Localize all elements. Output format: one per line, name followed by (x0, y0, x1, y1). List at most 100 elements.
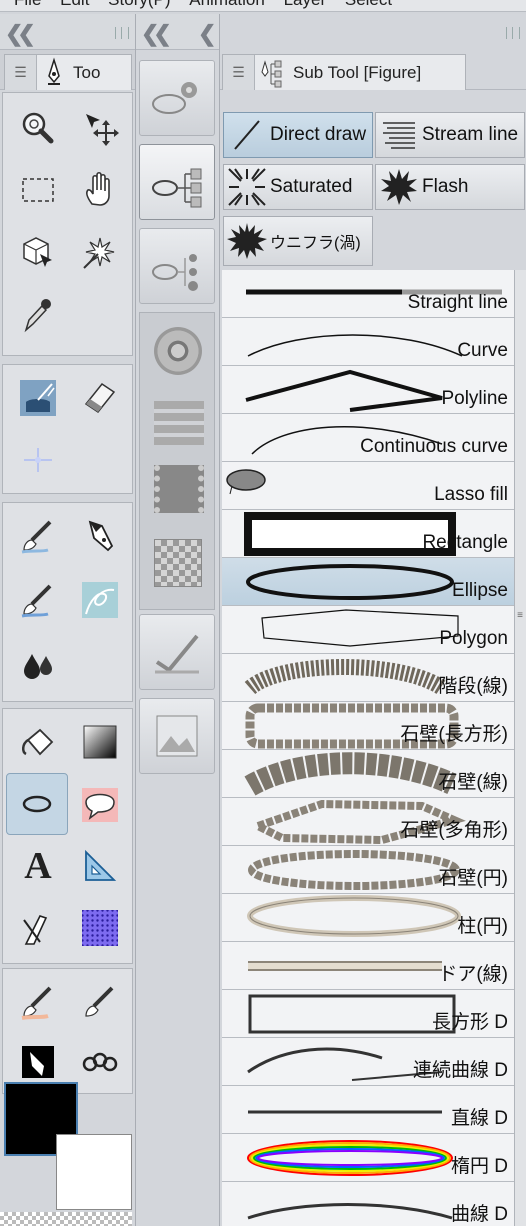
disc-icon[interactable] (154, 327, 202, 375)
list-item-pillar-circle[interactable]: 柱(円) (222, 894, 514, 942)
link-tool[interactable] (71, 1033, 129, 1091)
tab-menu-icon[interactable]: ☰ (5, 55, 37, 90)
brush-icon (21, 520, 52, 554)
list-item-polyline[interactable]: Polyline (222, 366, 514, 414)
operation-tool[interactable] (71, 99, 129, 157)
correction-brush-2-tool[interactable] (71, 973, 129, 1031)
list-item-curve[interactable]: Curve (222, 318, 514, 366)
grip-handle-icon[interactable] (115, 27, 129, 39)
menu-story[interactable]: Story(P) (108, 0, 170, 9)
list-item-continuous-curve[interactable]: Continuous curve (222, 414, 514, 462)
list-item-polygon[interactable]: Polygon (222, 606, 514, 654)
list-item-label: 階段(線) (438, 676, 508, 697)
tab-tool[interactable]: ☰ Too (4, 54, 132, 90)
subtool-direct-draw[interactable]: Direct draw (223, 112, 373, 158)
balloon-tool[interactable] (71, 775, 129, 833)
tab-sub-tool[interactable]: ☰ Sub Tool [Figure] (222, 54, 466, 90)
group-figure-button[interactable] (139, 144, 215, 220)
collapse-double-chevron-icon[interactable]: ❮❮ (5, 21, 36, 47)
list-item-door-line[interactable]: ドア(線) (222, 942, 514, 990)
menu-bar: File Edit Story(P) Animation Layer Selec… (0, 0, 526, 12)
transparent-color-swatch[interactable] (0, 1212, 132, 1226)
blend-tool[interactable] (9, 431, 67, 489)
pen-trace-tool[interactable] (9, 369, 67, 427)
figure-sub-tool-list: Straight line Curve Polyline Continuous … (222, 270, 514, 1226)
list-item-stairs-line[interactable]: 階段(線) (222, 654, 514, 702)
list-item-ellipse-d[interactable]: 楕円 D (222, 1134, 514, 1182)
group-settings-button[interactable] (139, 60, 215, 136)
list-scrollbar[interactable]: ≡ (514, 270, 526, 1226)
correction-brush-tool[interactable] (9, 973, 67, 1031)
film-strip-icon[interactable] (154, 465, 204, 513)
list-item-label: ドア(線) (438, 964, 508, 985)
pen-black-icon (22, 1046, 54, 1078)
list-item-straight-line-d[interactable]: 直線 D (222, 1086, 514, 1134)
brush-tool[interactable] (9, 507, 67, 565)
list-item-label: 直線 D (450, 1108, 508, 1129)
scrollbar-thumb[interactable]: ≡ (516, 610, 524, 636)
list-item-lasso-fill[interactable]: Lasso fill (222, 462, 514, 510)
list-item-curve-d[interactable]: 曲線 D (222, 1182, 514, 1226)
saturated-icon (224, 165, 270, 209)
list-item-stone-wall-polygon[interactable]: 石壁(多角形) (222, 798, 514, 846)
subtool-flash[interactable]: Flash (375, 164, 525, 210)
hand-tool[interactable] (71, 161, 129, 219)
menu-file[interactable]: File (14, 0, 41, 9)
grip-handle-icon[interactable] (506, 27, 520, 39)
subtool-saturated[interactable]: Saturated (223, 164, 373, 210)
pattern-grid-icon[interactable] (154, 539, 202, 587)
zoom-tool[interactable] (9, 99, 67, 157)
ruler-tool[interactable] (71, 837, 129, 895)
eraser-tool[interactable] (71, 369, 129, 427)
decoration-tool[interactable] (71, 571, 129, 629)
lightbox-pen-icon (20, 380, 56, 416)
menu-layer[interactable]: Layer (284, 0, 327, 9)
list-item-label: 石壁(長方形) (400, 724, 508, 745)
list-item-label: 楕円 D (450, 1156, 508, 1177)
tone-tool[interactable] (71, 899, 129, 957)
subtool-label: Direct draw (270, 124, 367, 145)
list-item-stone-wall-line[interactable]: 石壁(線) (222, 750, 514, 798)
subtool-group-column: ❮❮ ❮ (136, 14, 220, 1226)
subtool-label: ウニフラ(渦) (270, 235, 361, 252)
list-item-stone-wall-circle[interactable]: 石壁(円) (222, 846, 514, 894)
pen-nib-tool-icon (88, 520, 114, 552)
figure-tool[interactable] (6, 773, 68, 835)
selection-tool[interactable] (9, 161, 67, 219)
fill-drops-tool[interactable] (9, 635, 67, 693)
letter-a-icon: A (24, 845, 52, 887)
fill-tool[interactable] (9, 713, 67, 771)
list-item-rectangle-d[interactable]: 長方形 D (222, 990, 514, 1038)
menu-select[interactable]: Select (345, 0, 392, 9)
subtool-uniflash[interactable]: ウニフラ(渦) (223, 216, 373, 266)
group-check-button[interactable] (139, 614, 215, 690)
frame-border-tool[interactable] (9, 899, 67, 957)
pen-tool[interactable] (71, 507, 129, 565)
menu-animation[interactable]: Animation (189, 0, 265, 9)
collapse-chevron-icon[interactable]: ❮ (198, 21, 216, 47)
object-tool[interactable] (9, 223, 67, 281)
gradient-tool[interactable] (71, 713, 129, 771)
list-lines-icon[interactable] (154, 401, 204, 445)
tab-menu-icon[interactable]: ☰ (223, 55, 255, 90)
list-item-rectangle[interactable]: Rectangle (222, 510, 514, 558)
collapse-double-chevron-icon[interactable]: ❮❮ (141, 21, 172, 47)
list-item-stone-wall-rect[interactable]: 石壁(長方形) (222, 702, 514, 750)
blend-sparkle-icon (24, 448, 52, 472)
list-item-ellipse[interactable]: Ellipse (222, 558, 514, 606)
text-tool[interactable]: A (9, 837, 67, 895)
airbrush-tool[interactable] (9, 571, 67, 629)
subtool-stream-line[interactable]: Stream line (375, 112, 525, 158)
list-item-straight-line[interactable]: Straight line (222, 270, 514, 318)
eyedropper-tool[interactable] (9, 285, 67, 343)
list-item-continuous-curve-d[interactable]: 連続曲線 D (222, 1038, 514, 1086)
app-window: { "menu": ["File","Edit","Story(P)","Ani… (0, 0, 526, 1226)
sub-color-swatch[interactable] (56, 1134, 132, 1210)
group-figure-dots-button[interactable] (139, 228, 215, 304)
group-image-button[interactable] (139, 698, 215, 774)
subtool-label: Stream line (422, 124, 519, 145)
tool-group-navigation (2, 92, 133, 356)
auto-select-tool[interactable] (71, 223, 129, 281)
image-landscape-icon (156, 715, 198, 757)
menu-edit[interactable]: Edit (60, 0, 89, 9)
